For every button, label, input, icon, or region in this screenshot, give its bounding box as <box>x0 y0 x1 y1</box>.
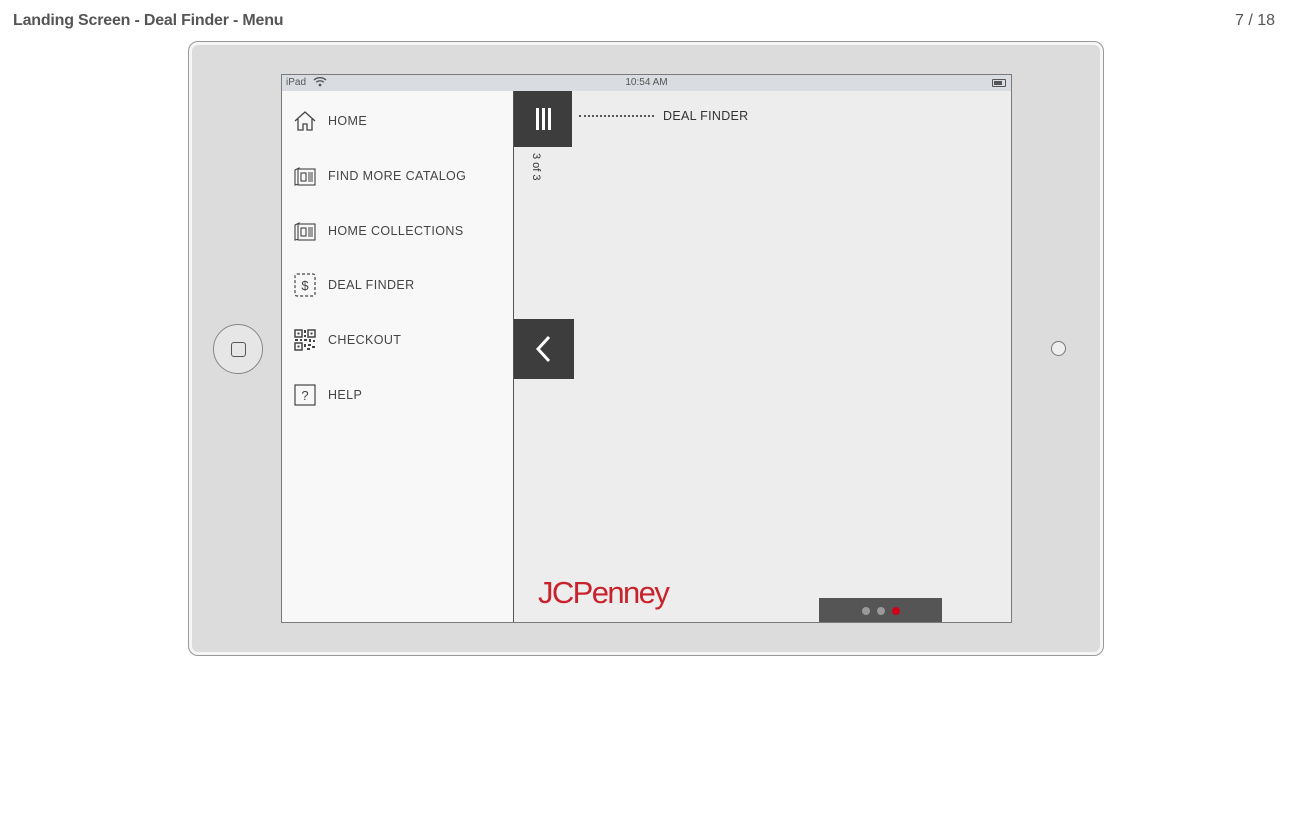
menu-item-label: HOME <box>328 114 368 128</box>
side-menu: HOME FIND MORE CATALOG HOME COLLECTIONS … <box>282 91 514 622</box>
question-icon: ? <box>292 382 318 408</box>
menu-item-home[interactable]: HOME <box>292 107 367 135</box>
back-button[interactable] <box>514 319 574 379</box>
page-indicator: 3 of 3 <box>530 153 542 181</box>
qr-code-icon <box>292 327 318 353</box>
menu-item-deal-finder[interactable]: $ DEAL FINDER <box>292 271 415 299</box>
menu-item-label: FIND MORE CATALOG <box>328 169 467 183</box>
section-title: DEAL FINDER <box>663 109 749 123</box>
catalog-icon <box>292 163 318 189</box>
svg-text:?: ? <box>301 388 308 403</box>
menu-item-checkout[interactable]: CHECKOUT <box>292 326 401 354</box>
menu-bars-icon <box>535 108 551 130</box>
status-bar: iPad 10:54 AM <box>282 75 1011 91</box>
menu-toggle-button[interactable] <box>514 91 572 147</box>
house-icon <box>292 108 318 134</box>
menu-item-help[interactable]: ? HELP <box>292 381 362 409</box>
status-time: 10:54 AM <box>625 77 668 88</box>
menu-item-label: DEAL FINDER <box>328 278 415 292</box>
menu-item-find-more-catalog[interactable]: FIND MORE CATALOG <box>292 162 466 190</box>
brand-logo: JCPenney <box>538 575 670 610</box>
title-leader-line <box>579 115 654 117</box>
battery-icon <box>992 79 1006 87</box>
page-title: Landing Screen - Deal Finder - Menu <box>13 12 284 29</box>
svg-text:$: $ <box>301 278 309 293</box>
dollar-tag-icon: $ <box>292 272 318 298</box>
slide-counter: 7 / 18 <box>1234 12 1275 29</box>
tablet-home-button[interactable] <box>213 324 263 374</box>
menu-item-label: CHECKOUT <box>328 333 402 347</box>
menu-item-label: HOME COLLECTIONS <box>328 224 464 238</box>
tablet-frame: iPad 10:54 AM HOME FIND MORE CATALOG HOM… <box>188 41 1104 656</box>
page-dot-3-active[interactable] <box>891 607 900 615</box>
page-dots <box>819 598 942 622</box>
tablet-camera <box>1051 341 1066 356</box>
chevron-left-icon <box>535 335 551 363</box>
menu-item-label: HELP <box>328 388 363 402</box>
page-dot-1[interactable] <box>861 607 870 615</box>
catalog-icon <box>292 218 318 244</box>
page-dot-2[interactable] <box>876 607 885 615</box>
tablet-screen: iPad 10:54 AM HOME FIND MORE CATALOG HOM… <box>281 74 1012 623</box>
main-content: DEAL FINDER 3 of 3 JCPenney <box>514 91 1011 622</box>
menu-item-home-collections[interactable]: HOME COLLECTIONS <box>292 217 464 245</box>
